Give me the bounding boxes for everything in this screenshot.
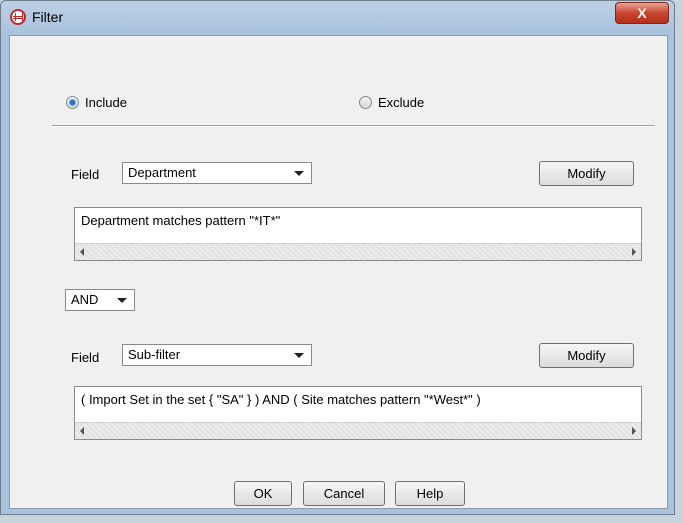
cancel-button-label: Cancel	[323, 486, 365, 501]
arrow-left-icon[interactable]	[80, 427, 84, 435]
window-title: Filter	[32, 9, 64, 25]
field-label-1: Field	[71, 167, 100, 182]
include-radio[interactable]	[66, 95, 79, 109]
chevron-down-icon	[294, 353, 304, 358]
help-button-label: Help	[416, 486, 444, 501]
chevron-down-icon	[294, 171, 304, 176]
field-select-1-value: Department	[128, 165, 196, 180]
divider	[52, 125, 655, 127]
arrow-left-icon[interactable]	[80, 248, 84, 256]
chevron-down-icon	[117, 298, 127, 303]
horizontal-scrollbar-1[interactable]	[75, 243, 641, 260]
title-bar[interactable]: Filter X	[1, 1, 674, 35]
modify-button-1[interactable]: Modify	[539, 161, 634, 186]
include-label: Include	[85, 94, 127, 110]
filter-dialog-window: Filter X Include Exclude Field Departmen…	[0, 0, 675, 515]
modify-button-2[interactable]: Modify	[539, 343, 634, 368]
close-button[interactable]: X	[615, 2, 669, 24]
exclude-radio[interactable]	[359, 95, 372, 109]
expression-box-2[interactable]: ( Import Set in the set { "SA" } ) AND (…	[74, 386, 642, 440]
expression-text-2: ( Import Set in the set { "SA" } ) AND (…	[81, 392, 481, 407]
exclude-option[interactable]: Exclude	[359, 94, 424, 110]
modify-button-2-label: Modify	[567, 348, 606, 363]
help-button[interactable]: Help	[395, 481, 465, 506]
operator-select[interactable]: AND	[65, 289, 135, 311]
horizontal-scrollbar-2[interactable]	[75, 422, 641, 439]
dialog-body: Include Exclude Field Department Modify …	[9, 35, 668, 509]
ok-button-label: OK	[253, 486, 273, 501]
expression-box-1[interactable]: Department matches pattern "*IT*"	[74, 207, 642, 261]
operator-select-value: AND	[71, 292, 99, 307]
close-icon: X	[637, 5, 647, 21]
arrow-right-icon[interactable]	[632, 248, 636, 256]
exclude-label: Exclude	[378, 94, 425, 110]
modify-button-1-label: Modify	[567, 166, 606, 181]
field-select-1[interactable]: Department	[122, 162, 312, 184]
cancel-button[interactable]: Cancel	[303, 481, 385, 506]
include-option[interactable]: Include	[66, 94, 127, 110]
expression-text-1: Department matches pattern "*IT*"	[81, 213, 281, 228]
field-select-2-value: Sub-filter	[128, 347, 181, 362]
ok-button[interactable]: OK	[234, 481, 292, 506]
arrow-right-icon[interactable]	[632, 427, 636, 435]
filter-globe-icon	[10, 9, 26, 25]
field-label-2: Field	[71, 350, 100, 365]
field-select-2[interactable]: Sub-filter	[122, 344, 312, 366]
